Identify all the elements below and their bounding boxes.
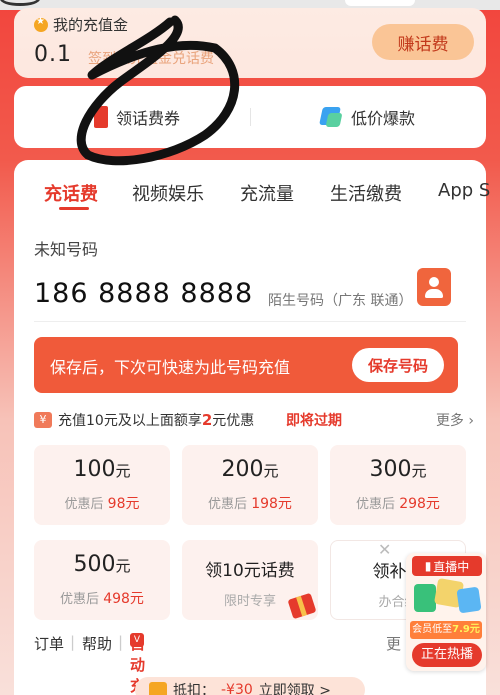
tab-video[interactable]: 视频娱乐 [132,180,204,206]
wallet-title: 我的充值金 [34,14,128,35]
wallet-card[interactable]: 我的充值金 0.1 签到领充值金兑话费 赚话费 [14,8,486,78]
input-underline [34,321,466,322]
earn-button[interactable]: 赚话费 [372,24,474,60]
coin-icon [34,16,48,32]
wallet-title-label: 我的充值金 [53,16,129,34]
wallet-amount: 0.1 [34,42,72,67]
tab-app[interactable]: App S [438,180,490,201]
quick-link-label: 低价爆款 [351,109,416,128]
more-link[interactable]: 更多 › [436,410,474,430]
divider [250,108,251,126]
coupon-strip-icon [149,682,167,695]
contacts-button[interactable] [417,268,451,306]
phone-number-input[interactable]: 186 8888 8888 [34,278,253,309]
tab-utilities[interactable]: 生活缴费 [330,180,402,206]
live-widget[interactable]: ▮ 直播中 会员低至7.9元 正在热播 [406,553,486,671]
live-icon: ▮ [424,559,432,573]
contact-icon [429,277,439,287]
phone-label: 未知号码 [34,240,99,259]
tab-underline [59,207,89,210]
live-button[interactable]: 正在热播 [412,643,482,667]
coupon-strip[interactable]: 抵扣： -¥30 立即领取 > [135,677,365,695]
quick-link-deals[interactable]: 低价爆款 [319,86,415,148]
amount-option[interactable]: 300元 优惠后 298元 [330,445,466,525]
promo-row: ¥ 充值10元及以上面额享2元优惠 即将过期 更多 › [34,410,474,432]
wallet-hint[interactable]: 签到领充值金兑话费 [88,48,214,68]
tab-recharge[interactable]: 充话费 [44,180,98,206]
special-offer-card[interactable]: 领10元话费 限时专享 [182,540,318,620]
promo-text: 充值10元及以上面额享2元优惠 [58,411,255,429]
tab-data[interactable]: 充流量 [240,180,294,206]
vip-badge-icon: V [130,633,144,647]
help-link[interactable]: 帮助 [82,633,112,654]
orders-link[interactable]: 订单 [34,633,64,654]
promo-expire: 即将过期 [286,413,342,429]
quick-link-coupon[interactable]: 领话费券 [94,86,180,148]
save-number-button[interactable]: 保存号码 [352,348,444,382]
status-pill [345,0,415,6]
amount-option[interactable]: 200元 优惠后 198元 [182,445,318,525]
carrier-label: 陌生号码（广东 联通） [268,293,413,309]
more-link-bottom[interactable]: 更 [386,633,401,654]
deals-icon [319,105,343,129]
save-banner-text: 保存后，下次可快速为此号码充值 [50,358,291,377]
live-status: ▮ 直播中 [412,556,482,576]
save-number-banner: 保存后，下次可快速为此号码充值 保存号码 [34,337,458,393]
quick-link-label: 领话费券 [116,109,181,128]
coupon-icon [94,106,108,128]
close-icon[interactable]: ✕ [378,540,391,559]
tab-bar: 充话费 视频娱乐 充流量 生活缴费 App S [14,160,490,212]
status-curve [0,0,40,6]
yen-tag-icon: ¥ [34,412,52,428]
live-caption: 会员低至7.9元 [410,621,482,639]
quick-links-card: 领话费券 低价爆款 [14,86,486,148]
live-thumbnail [412,577,482,618]
amount-option[interactable]: 500元 优惠后 498元 [34,540,170,620]
amount-option[interactable]: 100元 优惠后 98元 [34,445,170,525]
